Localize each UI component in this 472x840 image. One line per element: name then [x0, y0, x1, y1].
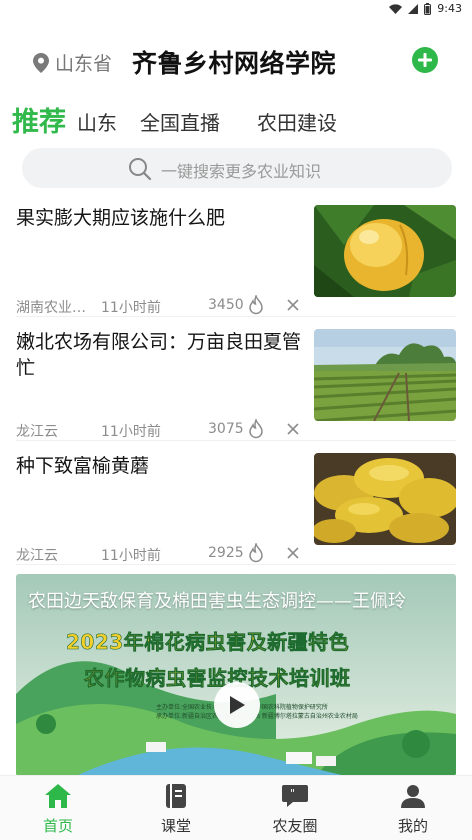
banner-title-line1: 2023年棉花病虫害及新疆特色 [66, 630, 350, 655]
close-icon[interactable] [286, 296, 300, 314]
field-thumbnail [314, 329, 456, 421]
view-count: 3450 [208, 297, 244, 313]
news-meta: 龙江云 11小时前 2925 [16, 543, 306, 565]
tab-national-live[interactable]: 全国直播 [140, 107, 220, 136]
search-placeholder: 一键搜索更多农业知识 [161, 162, 322, 181]
close-icon[interactable] [286, 420, 300, 438]
location-selector[interactable]: 山东省 [33, 49, 112, 76]
banner-title-line2: 农作物病虫害监控技术培训班 [84, 666, 351, 691]
search-icon [129, 158, 152, 181]
nav-home-label: 首页 [42, 817, 73, 835]
tab-farmland-construction[interactable]: 农田建设 [257, 107, 337, 136]
close-icon[interactable] [286, 544, 300, 562]
bottom-nav: 首页 课堂 " 农友圈 我的 [0, 775, 472, 840]
nav-profile-label: 我的 [397, 817, 428, 835]
news-title: 嫩北农场有限公司：万亩良田夏管忙 [16, 331, 302, 379]
divider [16, 316, 456, 317]
news-item[interactable]: 嫩北农场有限公司：万亩良田夏管忙 龙江云 11小时前 3075 [16, 329, 456, 441]
battery-icon [424, 2, 432, 15]
news-item[interactable]: 果实膨大期应该施什么肥 湖南农业… 11小时前 3450 [16, 205, 456, 317]
fire-icon [249, 419, 263, 439]
divider [16, 564, 456, 565]
svg-text:": " [290, 787, 295, 800]
page-title: 齐鲁乡村网络学院 [132, 49, 337, 78]
nav-classroom[interactable]: 课堂 [136, 782, 216, 838]
news-source: 龙江云 [16, 424, 58, 440]
add-button[interactable] [412, 47, 438, 73]
tab-shandong[interactable]: 山东 [77, 107, 117, 136]
search-bar[interactable]: 一键搜索更多农业知识 [22, 148, 452, 188]
play-icon [230, 696, 245, 714]
news-meta: 龙江云 11小时前 3075 [16, 419, 306, 441]
status-icons: 9:43 [389, 2, 462, 15]
location-pin-icon [33, 52, 49, 73]
user-icon [401, 785, 425, 808]
news-item[interactable]: 种下致富榆黄蘑 龙江云 11小时前 2925 [16, 453, 456, 565]
nav-community[interactable]: " 农友圈 [255, 782, 335, 838]
view-count: 2925 [208, 545, 244, 561]
peach-thumbnail [314, 205, 456, 297]
nav-home[interactable]: 首页 [18, 782, 98, 838]
news-title: 种下致富榆黄蘑 [16, 455, 150, 477]
video-title: 农田边天敌保育及棉田害虫生态调控——王佩玲 [28, 591, 406, 612]
home-icon [45, 784, 71, 808]
video-card[interactable]: 农田边天敌保育及棉田害虫生态调控——王佩玲 2023年棉花病虫害及新疆特色 农作… [16, 574, 456, 776]
status-time: 9:43 [437, 2, 462, 15]
book-icon [166, 784, 186, 808]
location-label: 山东省 [55, 53, 113, 75]
news-source: 湖南农业… [16, 300, 86, 316]
play-button[interactable] [214, 682, 260, 728]
fire-icon [249, 295, 263, 315]
wifi-icon [389, 3, 403, 14]
chat-icon: " [282, 785, 308, 807]
view-count: 3075 [208, 421, 244, 437]
news-title: 果实膨大期应该施什么肥 [16, 207, 226, 229]
header: 山东省 齐鲁乡村网络学院 [0, 40, 472, 82]
news-meta: 湖南农业… 11小时前 3450 [16, 295, 306, 317]
tab-recommend[interactable]: 推荐 [12, 100, 66, 139]
mushroom-thumbnail [314, 453, 456, 545]
news-time: 11小时前 [101, 548, 161, 564]
nav-profile[interactable]: 我的 [373, 782, 453, 838]
plus-icon [418, 53, 432, 67]
status-bar: 9:43 [0, 0, 472, 20]
signal-icon [408, 3, 419, 14]
news-time: 11小时前 [101, 300, 161, 316]
nav-community-label: 农友圈 [272, 817, 318, 835]
nav-classroom-label: 课堂 [160, 817, 191, 835]
category-tabs: 推荐 山东 全国直播 农田建设 [0, 100, 472, 140]
news-time: 11小时前 [101, 424, 161, 440]
news-source: 龙江云 [16, 548, 58, 564]
divider [16, 440, 456, 441]
fire-icon [249, 543, 263, 563]
